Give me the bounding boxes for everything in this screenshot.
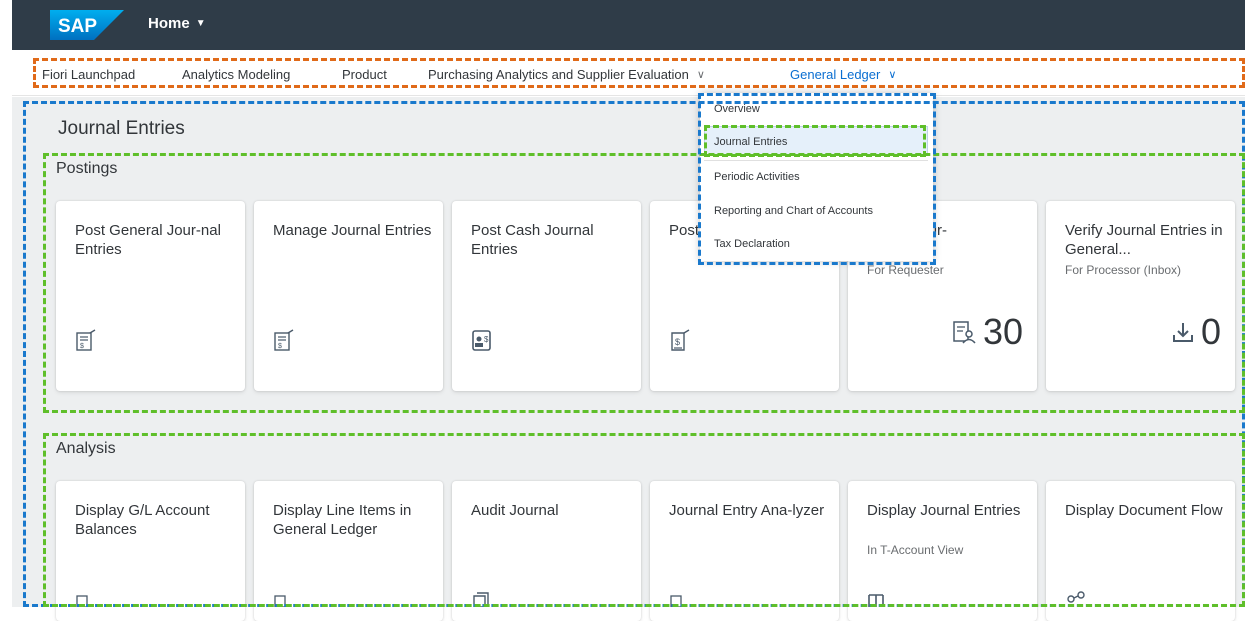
svg-text:$: $ — [675, 337, 680, 347]
tile-audit-journal[interactable]: Audit Journal — [452, 481, 641, 621]
tile-title: Display Line Items in General Ledger — [273, 502, 412, 538]
kpi-value: 0 — [1200, 311, 1221, 352]
page-title: Journal Entries — [58, 118, 185, 139]
home-label: Home — [148, 15, 190, 32]
tile-verify-journal-entries-processor[interactable]: Verify Journal Entries in General... For… — [1046, 201, 1235, 391]
tile-title: Verify Journal Entries in General... — [1065, 222, 1223, 258]
sap-logo-text: SAP — [58, 16, 97, 37]
document-flow-icon — [1067, 591, 1085, 603]
tile-manage-journal-entries[interactable]: Manage Journal Entries $ — [254, 201, 443, 391]
svg-text:$: $ — [80, 343, 84, 350]
tile-display-gl-account-balances[interactable]: Display G/L Account Balances — [56, 481, 245, 621]
svg-text:$: $ — [484, 335, 489, 344]
t-account-icon — [868, 594, 884, 607]
tile-title: Display Document Flow — [1065, 502, 1223, 519]
nav-label: Purchasing Analytics and Supplier Evalua… — [428, 67, 689, 82]
nav-item-purchasing-analytics[interactable]: Purchasing Analytics and Supplier Evalua… — [428, 67, 705, 82]
tile-kpi: 0 — [1171, 311, 1221, 353]
download-icon — [1172, 323, 1193, 342]
menu-separator — [704, 160, 928, 161]
nav-item-product[interactable]: Product — [342, 67, 387, 82]
tile-title: Post General Jour-nal Entries — [75, 222, 221, 258]
chevron-down-icon: ∨ — [696, 69, 705, 81]
document-icon — [274, 595, 286, 607]
tile-title: Post Cash Journal Entries — [471, 222, 594, 258]
tile-journal-entry-analyzer[interactable]: Journal Entry Ana-lyzer — [650, 481, 839, 621]
menu-item-tax-declaration[interactable]: Tax Declaration — [714, 238, 790, 250]
space-navigation-bar: Fiori Launchpad Analytics Modeling Produ… — [12, 50, 1245, 96]
tile-display-line-items[interactable]: Display Line Items in General Ledger — [254, 481, 443, 621]
tile-post-cash-journal-entries[interactable]: Post Cash Journal Entries $ — [452, 201, 641, 391]
tile-title: Display Journal Entries — [867, 502, 1021, 519]
menu-item-periodic-activities[interactable]: Periodic Activities — [714, 171, 800, 183]
tile-title: Manage Journal Entries — [273, 222, 432, 239]
home-menu-button[interactable]: Home ▼ — [148, 15, 206, 32]
menu-item-journal-entries[interactable]: Journal Entries — [714, 136, 787, 148]
tile-display-journal-entries-t-account[interactable]: Display Journal Entries In T-Account Vie… — [848, 481, 1037, 621]
kpi-value: 30 — [982, 311, 1023, 352]
tile-title: Audit Journal — [471, 502, 559, 519]
tile-display-document-flow[interactable]: Display Document Flow — [1046, 481, 1235, 621]
section-title-postings: Postings — [56, 160, 118, 177]
tile-title: Display G/L Account Balances — [75, 502, 210, 538]
cash-journal-icon: $ — [472, 330, 491, 351]
document-icon — [670, 595, 682, 607]
svg-text:$: $ — [278, 343, 282, 350]
tile-subtitle: For Processor (Inbox) — [1065, 263, 1182, 277]
menu-item-overview[interactable]: Overview — [714, 103, 760, 115]
requester-icon — [953, 321, 976, 344]
document-icon — [76, 595, 88, 607]
menu-item-reporting[interactable]: Reporting and Chart of Accounts — [714, 205, 873, 217]
journal-stack-icon — [473, 592, 489, 607]
tile-title: Journal Entry Ana-lyzer — [669, 502, 825, 519]
nav-item-analytics-modeling[interactable]: Analytics Modeling — [182, 67, 290, 82]
general-ledger-dropdown-menu: Overview Journal Entries Periodic Activi… — [700, 93, 933, 261]
nav-label: Analytics Modeling — [182, 67, 291, 82]
nav-item-general-ledger[interactable]: General Ledger ∨ — [790, 67, 896, 82]
tile-kpi: 30 — [951, 311, 1023, 353]
nav-item-fiori-launchpad[interactable]: Fiori Launchpad — [42, 67, 135, 82]
nav-label: Fiori Launchpad — [42, 67, 136, 82]
adjustment-icon: $ — [671, 329, 690, 351]
nav-label: Product — [342, 67, 387, 82]
caret-down-icon: ▼ — [195, 18, 206, 29]
sap-logo[interactable]: SAP — [50, 10, 124, 40]
tile-subtitle: In T-Account View — [867, 543, 964, 557]
tile-subtitle: For Requester — [867, 263, 944, 277]
post-document-icon: $ — [76, 329, 96, 351]
nav-label: General Ledger — [790, 67, 881, 82]
post-document-icon: $ — [274, 329, 294, 351]
tile-post-general-journal-entries[interactable]: Post General Jour-nal Entries $ — [56, 201, 245, 391]
section-title-analysis: Analysis — [56, 440, 116, 457]
chevron-down-icon: ∨ — [888, 69, 897, 81]
